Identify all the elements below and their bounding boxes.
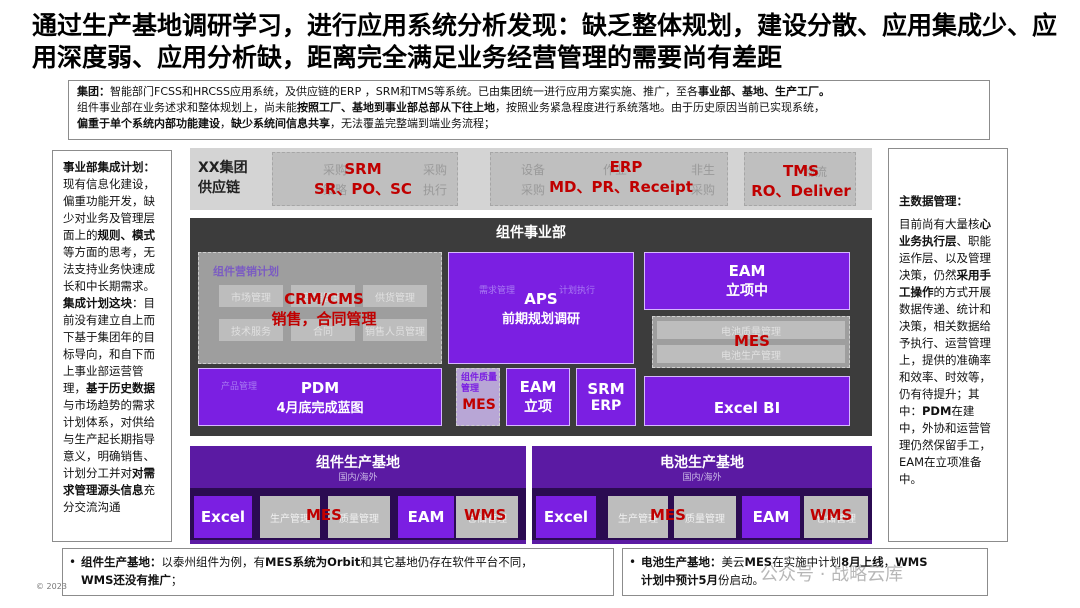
cell-wms: WMS: [810, 506, 853, 524]
aps-faint-1: 需求管理: [479, 286, 516, 296]
erp-faint-1: 设备: [521, 163, 546, 177]
master-data-heading: 主数据管理：: [899, 194, 968, 208]
note-right-label: 电池生产基地：: [641, 555, 722, 569]
aps-title: APS: [524, 289, 558, 308]
copyright-footer: © 2023: [36, 582, 67, 591]
eam-block: EAM 立项中: [644, 252, 850, 310]
group-label: 集团：: [77, 85, 110, 98]
pdm-block: 产品管理 PDM 4月底完成蓝图: [198, 368, 442, 426]
eam-title: EAM: [728, 262, 766, 280]
group-text-3: 偏重于单个系统内部功能建设: [77, 117, 220, 130]
cell-mes: MES: [650, 506, 686, 524]
integration-plan-text-2: 等方面的思考，无法支持业务快速成长和中长期需求。: [63, 245, 155, 293]
module-mes: MES: [306, 506, 342, 524]
group-text-3c: ，无法覆盖完整端到端业务流程；: [330, 117, 495, 130]
page-title: 通过生产基地调研学习，进行应用系统分析发现：缺乏整体规划，建设分散、应用集成少、…: [32, 11, 1058, 72]
supply-chain-label: XX集团供应链: [198, 160, 248, 196]
group-text-2: 组件事业部在业务述求和整体规划上，尚未能: [77, 101, 297, 114]
module-production-base: 组件生产基地 国内/海外 Excel 生产管理 质量管理 MES EAM 仓储管…: [190, 446, 526, 544]
integration-plan-heading-2: 集成计划这块: [63, 296, 132, 310]
module-base-title: 组件生产基地: [316, 455, 400, 471]
note-right-bold-5: 计划中预计5月: [641, 573, 719, 587]
note-left-text-1: 以泰州组件为例，有: [161, 555, 266, 569]
srm-sub: SR、PO、SC: [314, 180, 412, 198]
watermark: 公众号 · 战略云库: [760, 564, 904, 585]
integration-plan-heading: 事业部集成计划：: [63, 160, 155, 174]
excel-bi-label: Excel BI: [713, 399, 781, 417]
aps-faint-2: 计划执行: [559, 286, 596, 296]
srm-block: 采购 采购 策略 执行 SRM SR、PO、SC: [272, 152, 458, 206]
integration-plan-bold-2: 基于历史数据: [86, 381, 155, 395]
module-excel: Excel: [194, 496, 252, 538]
group-text-2c: ，按照业务紧急程度进行系统落地。由于历史原因当前已实现系统，: [495, 101, 825, 114]
note-right-text-4: 份启动。: [718, 573, 765, 587]
tms-block: 物流 TMS RO、Deliver: [744, 152, 856, 206]
master-data-panel: 主数据管理： 目前尚有大量核心业务执行层、职能运作层、以及管理决策，仍然采用手工操…: [888, 148, 1008, 542]
tms-title: TMS: [783, 162, 819, 180]
integration-plan-panel: 事业部集成计划：现有信息化建设，偏重功能开发，缺少对业务及管理层面上的规则、模式…: [52, 150, 172, 542]
integration-plan-bold-1: 规则、模式: [97, 228, 156, 242]
note-left-bold-2: MES系统为Orbit: [265, 555, 361, 569]
srm-title: SRM: [344, 160, 382, 178]
cell-excel: Excel: [536, 496, 596, 538]
mes-title: MES: [734, 332, 770, 350]
quality-faint: 组件质量管理: [461, 373, 498, 394]
srm-faint-2: 采购: [423, 163, 448, 177]
master-data-text-3: 的方式开展数据传递、统计和决策，相关数据给予执行、运营管理上，提供的准确率和效率…: [899, 285, 991, 418]
crm-title: CRM/CMS: [284, 290, 364, 308]
eam-project-sub: 立项: [524, 399, 552, 415]
note-left-bold-3: WMS还没有推广: [81, 573, 171, 587]
note-left-text-3: ；: [170, 573, 183, 587]
srm-erp-block: SRM ERP: [576, 368, 636, 426]
note-right-text-1: 美云: [721, 555, 745, 569]
cell-eam: EAM: [742, 496, 800, 538]
assembly-division-title: 组件事业部: [496, 225, 566, 241]
bullet-icon: •: [69, 555, 77, 569]
group-text-2b: 按照工厂、基地到事业部总部从下往上地: [297, 101, 495, 114]
group-text-3b: 缺少系统间信息共享: [231, 117, 330, 130]
master-data-text-1: 目前尚有大量核: [899, 217, 980, 231]
srm-erp-line-2: ERP: [590, 398, 622, 414]
master-data-bold-3: PDM: [922, 404, 952, 418]
aps-block: 需求管理 计划执行 APS 前期规划调研: [448, 252, 634, 364]
group-text-1b: 事业部、基地、生产工厂。: [698, 85, 831, 98]
quality-mes: MES: [462, 397, 496, 413]
aps-sub: 前期规划调研: [501, 311, 580, 327]
cell-production-base: 电池生产基地 国内/海外 Excel 生产管理 质量管理 MES EAM 仓储管…: [532, 446, 872, 544]
cell-base-sub: 国内/海外: [682, 473, 722, 483]
erp-block: 设备 采购 作业 非生 采购 ERP MD、PR、Receipt: [490, 152, 728, 206]
erp-title: ERP: [609, 158, 643, 176]
eam-sub: 立项中: [726, 283, 768, 299]
eam-project-block: EAM 立项: [506, 368, 570, 426]
group-text-3a: ，: [220, 117, 231, 130]
pdm-faint: 产品管理: [221, 382, 258, 392]
group-text-1: 智能部门FCSS和HRCSS应用系统，及供应链的ERP ，SRM和TMS等系统。…: [110, 85, 699, 98]
eam-project-title: EAM: [519, 378, 557, 396]
module-wms: WMS: [464, 506, 507, 524]
group-supply-chain: XX集团供应链 采购 采购 策略 执行 SRM SR、PO、SC 设备 采购 作…: [190, 148, 872, 210]
group-summary: 集团：智能部门FCSS和HRCSS应用系统，及供应链的ERP ，SRM和TMS等…: [68, 80, 990, 140]
crm-sub: 销售，合同管理: [271, 310, 377, 328]
assembly-division: 组件事业部 组件营销计划 市场管理 营销管理 供货管理 技术服务 合同 销售人员…: [190, 218, 872, 436]
bullet-icon: •: [629, 555, 637, 569]
note-left-label: 组件生产基地：: [81, 555, 162, 569]
cell-base-title: 电池生产基地: [660, 455, 744, 471]
excel-bi-block: Excel BI: [644, 376, 850, 426]
marketing-header: 组件营销计划: [213, 265, 279, 278]
note-left-text-2: 和其它基地仍存在软件平台不同，: [360, 555, 533, 569]
pdm-title: PDM: [300, 378, 340, 397]
module-base-sub: 国内/海外: [338, 473, 378, 483]
module-base-note: • 组件生产基地：以泰州组件为例，有MES系统为Orbit和其它基地仍存在软件平…: [62, 548, 614, 596]
tms-sub: RO、Deliver: [751, 182, 851, 200]
erp-faint-4: 非生: [691, 163, 716, 177]
mes-panel: 电池质量管理 电池生产管理 MES: [652, 316, 850, 368]
pdm-sub: 4月底完成蓝图: [276, 400, 364, 416]
marketing-panel: 组件营销计划 市场管理 营销管理 供货管理 技术服务 合同 销售人员管理 CRM…: [198, 252, 442, 364]
quality-block: 组件质量管理 MES: [456, 368, 500, 426]
module-eam: EAM: [398, 496, 454, 538]
erp-sub: MD、PR、Receipt: [549, 178, 693, 196]
srm-erp-line-1: SRM: [587, 380, 625, 398]
